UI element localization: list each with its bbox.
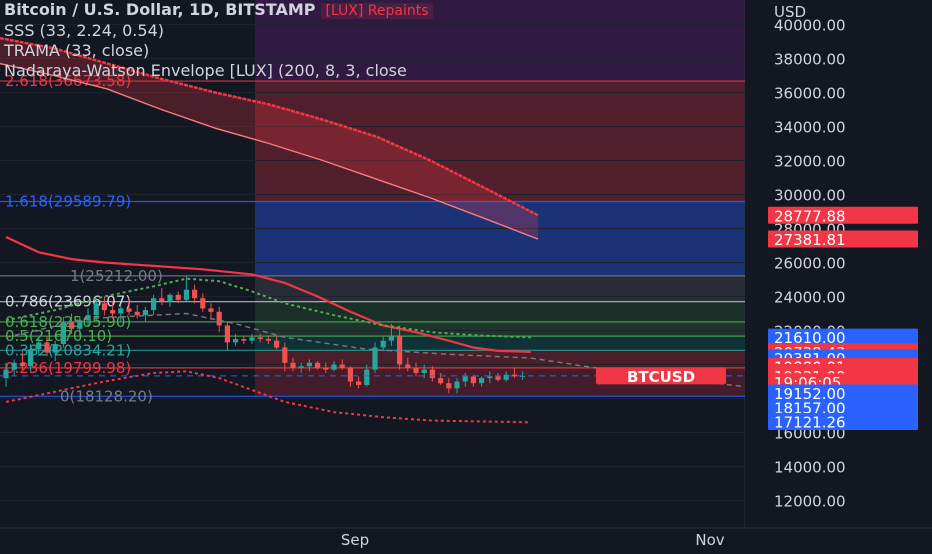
fib-label: 0.382(20834.21) (5, 341, 131, 359)
price-badge-label: 27381.81 (774, 231, 846, 249)
candle-body (3, 369, 9, 379)
indicator-legend: Bitcoin / U.S. Dollar, 1D, BITSTAMP [LUX]… (4, 0, 433, 81)
candle-body (446, 383, 452, 389)
price-tick-label: 24000.00 (774, 289, 846, 307)
candle-body (134, 311, 140, 316)
fib-region (255, 350, 745, 368)
repaint-tag[interactable]: [LUX] Repaints (321, 3, 433, 19)
candle-body (298, 366, 304, 368)
price-tick-label: 32000.00 (774, 153, 846, 171)
price-tick-label: 38000.00 (774, 51, 846, 69)
candle-body (44, 342, 50, 353)
candle-body (274, 340, 280, 348)
candle-body (438, 378, 444, 384)
candle-body (380, 340, 386, 348)
candle-body (462, 376, 468, 382)
price-tick-label: 34000.00 (774, 119, 846, 137)
candle-body (429, 369, 435, 379)
candle-body (470, 376, 476, 384)
candle-body (11, 362, 17, 370)
candle-body (413, 367, 419, 373)
time-tick-label: Sep (341, 531, 369, 549)
candle-body (142, 310, 148, 316)
candle-body (265, 339, 271, 341)
fib-label: 1.618(29589.79) (5, 192, 131, 210)
candle-body (323, 367, 329, 370)
candle-body (347, 367, 353, 382)
fib-region (255, 301, 745, 322)
candle-body (388, 335, 394, 341)
legend-title-row: Bitcoin / U.S. Dollar, 1D, BITSTAMP [LUX]… (4, 0, 433, 21)
candle-body (356, 381, 362, 385)
candle-body (126, 308, 132, 312)
candle-body (19, 362, 25, 367)
candle-body (28, 349, 34, 367)
candle-body (110, 310, 116, 314)
price-tick-label: 30000.00 (774, 187, 846, 205)
candle-body (216, 311, 222, 326)
chart-root[interactable]: 2.618(36673.58) 1.618(29589.79) 1(25212.00… (0, 0, 932, 550)
price-tick-label: 26000.00 (774, 255, 846, 273)
fib-region (255, 275, 745, 302)
candle-body (282, 347, 288, 363)
candle-body (315, 362, 321, 368)
time-axis-bg (0, 528, 932, 550)
candle-body (118, 308, 124, 314)
candle-body (192, 289, 198, 299)
price-tick-label: 40000.00 (774, 17, 846, 35)
time-tick-label: Nov (695, 531, 724, 549)
candle-body (306, 362, 312, 367)
candle-body (233, 339, 239, 343)
chart-title: Bitcoin / U.S. Dollar, 1D, BITSTAMP (4, 0, 316, 19)
candle-body (421, 369, 427, 373)
legend-trama[interactable]: TRAMA (33, close) (4, 41, 433, 61)
fib-label: 0(18128.20) (60, 387, 153, 405)
price-axis: USD40000.0038000.0036000.0034000.0032000… (745, 0, 932, 550)
price-tick-label: 12000.00 (774, 493, 846, 511)
candle-body (495, 376, 501, 380)
candle-body (208, 308, 214, 312)
candle-body (339, 364, 345, 368)
candle-body (487, 376, 493, 379)
candle-body (101, 303, 107, 311)
candle-body (372, 347, 378, 370)
time-axis: Sep Nov (0, 527, 932, 550)
candle-body (511, 374, 517, 377)
candle-body (241, 339, 247, 341)
candle-body (331, 364, 337, 370)
candle-body (151, 298, 157, 311)
fib-label: 1(25212.00) (70, 267, 163, 285)
candle-body (175, 294, 181, 300)
price-tick-label: 36000.00 (774, 85, 846, 103)
legend-sss[interactable]: SSS (33, 2.24, 0.54) (4, 21, 433, 41)
candle-body (479, 378, 485, 384)
candle-body (290, 362, 296, 368)
candle-body (397, 335, 403, 365)
legend-nwe[interactable]: Nadaraya-Watson Envelope [LUX] (200, 8, … (4, 61, 433, 81)
candle-body (249, 337, 255, 341)
candle-body (200, 298, 206, 309)
candle-body (167, 294, 173, 302)
candle-body (224, 325, 230, 343)
candle-body (257, 337, 263, 339)
candle-body (93, 303, 99, 316)
candlestick-chart[interactable]: 2.618(36673.58)1.618(29589.79)1(25212.00… (0, 0, 932, 550)
candle-body (36, 342, 42, 350)
price-tick-label: 14000.00 (774, 459, 846, 477)
candle-body (52, 344, 58, 353)
fib-label: 0.236(19799.98) (5, 359, 131, 377)
candle-body (159, 298, 165, 302)
candle-body (183, 289, 189, 300)
candle-body (364, 369, 370, 385)
candle-body (454, 381, 460, 389)
fib-region (255, 321, 745, 337)
price-badge-label: 28777.88 (774, 207, 846, 225)
price-badge-label: 17121.26 (774, 413, 846, 431)
symbol-badge-label: BTCUSD (627, 368, 695, 386)
candle-body (405, 364, 411, 368)
